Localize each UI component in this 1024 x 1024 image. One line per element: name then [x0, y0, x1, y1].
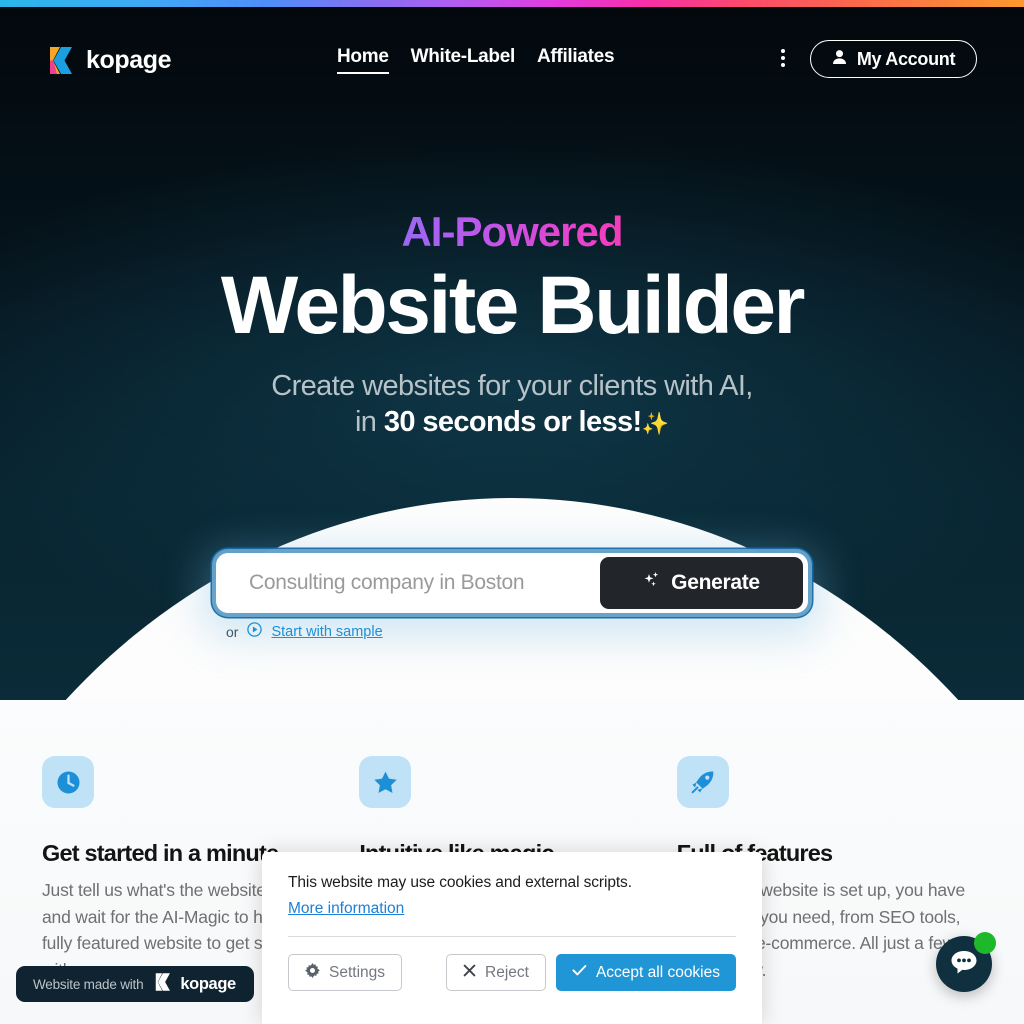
top-gradient-strip — [0, 0, 1024, 7]
page-root: kopage Home White-Label Affiliates My Ac… — [0, 0, 1024, 1024]
play-circle-icon[interactable] — [247, 622, 263, 642]
cookie-settings-button[interactable]: Settings — [288, 954, 403, 991]
rocket-icon — [676, 756, 729, 808]
clock-icon — [42, 756, 94, 808]
cookie-more-information-link[interactable]: More information — [288, 900, 404, 918]
generator-search-bar: Generate — [216, 553, 808, 613]
cookie-accept-all-button[interactable]: Accept all cookies — [555, 954, 736, 991]
start-with-sample-link[interactable]: Start with sample — [271, 624, 382, 640]
hero-eyebrow: AI-Powered — [0, 208, 1024, 256]
made-with-label: Website made with — [33, 976, 144, 992]
nav-links: Home White-Label Affiliates — [337, 46, 615, 74]
gear-icon — [305, 962, 320, 983]
divider — [288, 936, 736, 937]
search-input[interactable] — [220, 571, 600, 595]
cookie-reject-button[interactable]: Reject — [446, 954, 546, 991]
chat-widget-button[interactable] — [936, 932, 996, 992]
made-with-brand: kopage — [180, 974, 236, 993]
cookie-message: This website may use cookies and externa… — [288, 874, 632, 891]
sparkles-icon — [643, 571, 660, 595]
check-icon — [572, 964, 587, 982]
my-account-label: My Account — [856, 48, 956, 69]
chat-bubble-icon — [949, 948, 979, 981]
cookie-accept-label: Accept all cookies — [595, 963, 720, 981]
cookie-settings-label: Settings — [329, 963, 386, 981]
navbar: kopage Home White-Label Affiliates My Ac… — [0, 7, 1024, 97]
or-label: or — [226, 624, 239, 640]
hero-subtitle-line1: Create websites for your clients with AI… — [271, 370, 753, 402]
hero-subtitle-line2-strong: 30 seconds or less! — [383, 406, 642, 439]
made-with-kopage-badge[interactable]: Website made with kopage — [16, 966, 254, 1002]
nav-link-affiliates[interactable]: Affiliates — [537, 46, 615, 72]
kopage-logo-icon — [48, 45, 76, 76]
close-icon — [463, 964, 476, 982]
cookie-consent-banner: This website may use cookies and externa… — [262, 852, 762, 1024]
nav-link-home[interactable]: Home — [337, 46, 389, 74]
my-account-button[interactable]: My Account — [810, 40, 977, 78]
brand-logo-text: kopage — [86, 46, 172, 74]
sparkles-icon: ✨ — [641, 411, 670, 437]
cookie-actions: Settings Reject Accept all cookies — [288, 954, 736, 991]
page-title: Website Builder — [220, 260, 806, 351]
hero-subtitle: Create websites for your clients with AI… — [0, 368, 1024, 441]
star-icon — [359, 756, 412, 808]
user-icon — [832, 49, 847, 70]
made-with-logo: kopage — [154, 972, 236, 997]
start-with-sample-row: or Start with sample — [226, 622, 383, 642]
cookie-reject-label: Reject — [485, 963, 529, 981]
nav-link-white-label[interactable]: White-Label — [411, 46, 516, 72]
online-status-indicator — [974, 932, 996, 954]
kopage-logo-icon — [154, 972, 173, 997]
more-vertical-icon[interactable] — [776, 49, 790, 69]
generate-button[interactable]: Generate — [600, 557, 803, 609]
generate-button-label: Generate — [671, 571, 760, 594]
brand-logo[interactable]: kopage — [48, 45, 172, 76]
hero-subtitle-line2-prefix: in — [354, 406, 384, 439]
